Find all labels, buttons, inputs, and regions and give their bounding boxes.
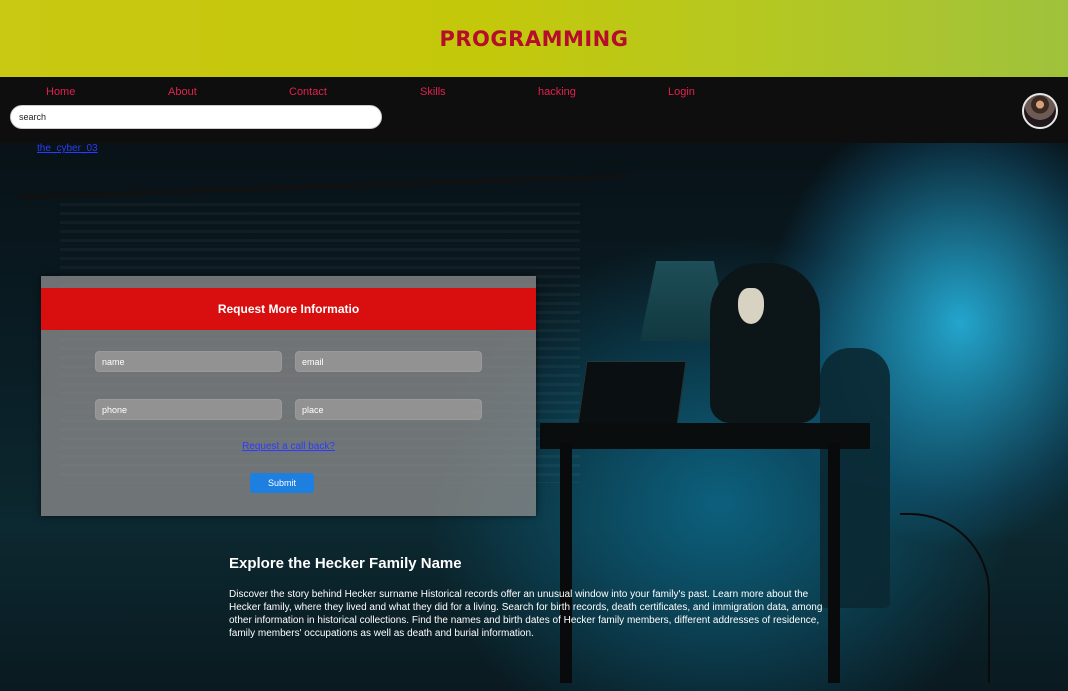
navbar: Home About Contact Skills hacking Login bbox=[0, 77, 1068, 143]
request-info-form: Request More Informatio Request a call b… bbox=[41, 276, 536, 516]
callback-row: Request a call back? bbox=[41, 441, 536, 452]
phone-field[interactable] bbox=[95, 399, 282, 420]
banner: PROGRAMMING bbox=[0, 0, 1068, 77]
curtain-rod bbox=[19, 173, 630, 199]
nav-link-hacking[interactable]: hacking bbox=[538, 86, 576, 98]
name-field[interactable] bbox=[95, 351, 282, 372]
form-title: Request More Informatio bbox=[217, 302, 360, 316]
nav-link-contact[interactable]: Contact bbox=[289, 86, 327, 98]
page-title: PROGRAMMING bbox=[439, 26, 629, 51]
nav-link-about[interactable]: About bbox=[168, 86, 197, 98]
profile-link[interactable]: the_cyber_03 bbox=[37, 143, 98, 154]
laptop bbox=[577, 361, 687, 425]
article-title: Explore the Hecker Family Name bbox=[229, 555, 462, 572]
desk-leg bbox=[828, 443, 840, 683]
callback-link[interactable]: Request a call back? bbox=[242, 441, 335, 452]
form-header: Request More Informatio bbox=[41, 288, 536, 330]
desk bbox=[540, 423, 870, 449]
avatar[interactable] bbox=[1022, 93, 1058, 129]
hooded-figure bbox=[710, 263, 820, 423]
mask bbox=[738, 288, 764, 324]
desk-leg bbox=[560, 443, 572, 683]
cable bbox=[900, 513, 990, 683]
place-field[interactable] bbox=[295, 399, 482, 420]
search-input[interactable] bbox=[10, 105, 382, 129]
nav-link-login[interactable]: Login bbox=[668, 86, 695, 98]
nav-link-home[interactable]: Home bbox=[46, 86, 75, 98]
submit-button[interactable]: Submit bbox=[250, 473, 314, 493]
article-body: Discover the story behind Hecker surname… bbox=[229, 589, 823, 639]
nav-link-skills[interactable]: Skills bbox=[420, 86, 446, 98]
email-field[interactable] bbox=[295, 351, 482, 372]
